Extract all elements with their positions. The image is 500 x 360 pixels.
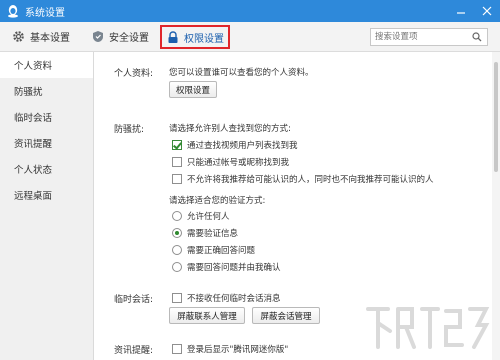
verify-option-label: 需要验证信息 [187, 229, 239, 239]
tab-permission-settings-label: 权限设置 [184, 33, 224, 45]
tab-permission-settings[interactable]: 权限设置 [160, 25, 230, 49]
profile-section-label: 个人资料: [114, 69, 154, 79]
find-option-checkbox[interactable] [172, 174, 182, 184]
sidebar-item-anti-harass[interactable]: 防骚扰 [0, 78, 93, 104]
sidebar-item-profile[interactable]: 个人资料 [0, 52, 93, 78]
temp-session-checkbox[interactable] [172, 293, 182, 303]
find-option-checkbox[interactable] [172, 140, 182, 150]
scrollbar-thumb[interactable] [494, 62, 498, 172]
block-contacts-button[interactable]: 屏蔽联系人管理 [169, 307, 245, 324]
close-button[interactable] [474, 0, 500, 22]
sidebar-item-news[interactable]: 资讯提醒 [0, 130, 93, 156]
verify-option-radio[interactable] [172, 211, 182, 221]
tab-security-settings[interactable]: 安全设置 [78, 22, 157, 52]
profile-permission-button[interactable]: 权限设置 [169, 81, 217, 98]
verify-option-label: 允许任何人 [187, 212, 230, 222]
verify-option-label: 需要回答问题并由我确认 [187, 263, 281, 273]
title-bar: 系统设置 [0, 0, 500, 22]
sidebar-item-status[interactable]: 个人状态 [0, 156, 93, 182]
sidebar-item-temp-session[interactable]: 临时会话 [0, 104, 93, 130]
minimize-button[interactable] [448, 0, 474, 22]
tab-basic-settings[interactable]: 基本设置 [0, 22, 78, 52]
verify-option-label: 需要正确回答问题 [187, 246, 256, 256]
find-option-checkbox[interactable] [172, 157, 182, 167]
verify-option-radio[interactable] [172, 228, 182, 238]
find-option-account-only[interactable]: 只能通过帐号或昵称找到我 [172, 156, 289, 168]
gear-icon [13, 31, 24, 42]
search-icon[interactable] [469, 29, 485, 45]
find-option-label: 通过查找视频用户列表找到我 [187, 141, 298, 151]
sidebar-item-label: 资讯提醒 [14, 139, 53, 150]
lock-icon [168, 30, 178, 43]
news-section-label: 资讯提醒: [114, 346, 154, 356]
find-option-label: 不允许将我推荐给可能认识的人，同时也不向我推荐可能认识的人 [187, 175, 434, 185]
settings-content: 个人资料: 您可以设置谁可以查看您的个人资料。 权限设置 防骚扰: 请选择允许别… [94, 52, 492, 360]
sidebar-item-label: 远程桌面 [14, 191, 53, 202]
verify-option-answer-confirm[interactable]: 需要回答问题并由我确认 [172, 261, 281, 273]
find-option-no-recommend[interactable]: 不允许将我推荐给可能认识的人，同时也不向我推荐可能认识的人 [172, 173, 434, 185]
minimize-icon [457, 12, 465, 14]
sidebar-item-label: 防骚扰 [14, 87, 43, 98]
sidebar-item-remote-desktop[interactable]: 远程桌面 [0, 182, 93, 208]
news-option-label: 登录后显示"腾讯网迷你版" [187, 345, 289, 355]
settings-toolbar: 基本设置 安全设置 权限设置 [0, 22, 500, 52]
content-scrollbar[interactable] [492, 52, 500, 360]
tab-basic-settings-label: 基本设置 [30, 33, 70, 44]
verify-option-radio[interactable] [172, 245, 182, 255]
temp-session-section-label: 临时会话: [114, 295, 154, 305]
profile-description: 您可以设置谁可以查看您的个人资料。 [169, 68, 314, 78]
settings-sidebar: 个人资料 防骚扰 临时会话 资讯提醒 个人状态 远程桌面 [0, 52, 94, 360]
app-logo-icon [8, 5, 18, 18]
tab-security-settings-label: 安全设置 [109, 33, 149, 44]
sidebar-item-label: 个人资料 [14, 61, 53, 72]
temp-session-reject-option[interactable]: 不接收任何临时会话消息 [172, 292, 281, 304]
verify-option-answer-question[interactable]: 需要正确回答问题 [172, 244, 255, 256]
temp-session-option-label: 不接收任何临时会话消息 [187, 294, 281, 304]
sidebar-item-label: 临时会话 [14, 113, 53, 124]
anti-harass-section-label: 防骚扰: [114, 125, 145, 135]
close-icon [482, 6, 492, 16]
window-title: 系统设置 [25, 7, 65, 19]
news-mini-option[interactable]: 登录后显示"腾讯网迷你版" [172, 343, 288, 355]
find-method-prompt: 请选择允许别人查找到您的方式: [169, 124, 291, 134]
shield-icon [93, 31, 103, 42]
news-checkbox[interactable] [172, 344, 182, 354]
search-box[interactable] [370, 28, 488, 46]
find-option-label: 只能通过帐号或昵称找到我 [187, 158, 290, 168]
find-option-video-list[interactable]: 通过查找视频用户列表找到我 [172, 139, 298, 151]
search-input[interactable] [371, 29, 469, 45]
verify-option-need-info[interactable]: 需要验证信息 [172, 227, 238, 239]
verify-option-radio[interactable] [172, 262, 182, 272]
verify-option-anyone[interactable]: 允许任何人 [172, 210, 230, 222]
sidebar-item-label: 个人状态 [14, 165, 53, 176]
verify-method-prompt: 请选择适合您的验证方式: [169, 196, 266, 206]
block-sessions-button[interactable]: 屏蔽会话管理 [252, 307, 320, 324]
